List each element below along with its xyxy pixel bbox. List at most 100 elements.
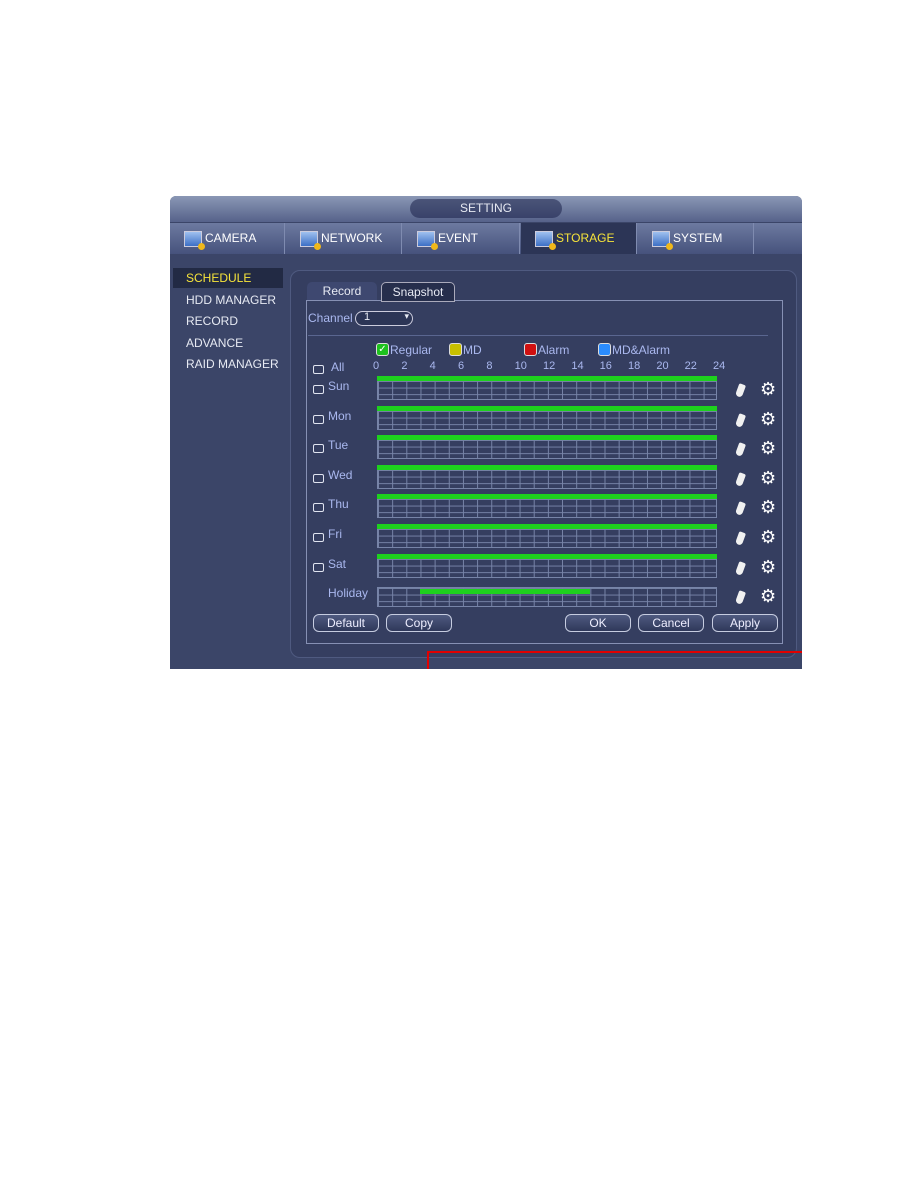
day-label: Tue [328,438,349,453]
regular-schedule-bar [377,494,717,500]
gear-icon[interactable]: ⚙ [760,497,776,518]
hour-tick-label: 0 [373,360,380,372]
legend-swatch-md-alarm[interactable] [598,343,611,356]
legend-swatch-regular[interactable]: ✓ [376,343,389,356]
legend-swatch-md[interactable] [449,343,462,356]
sidebar: SCHEDULE HDD MANAGER RECORD ADVANCE RAID… [170,256,287,669]
legend-label: MD [463,343,482,357]
all-label: All [331,360,345,374]
sidebar-item-schedule[interactable]: SCHEDULE [173,268,283,288]
cancel-button[interactable]: Cancel [638,614,704,632]
tab-label: CAMERA [205,231,257,245]
hour-tick-label: 10 [514,360,527,372]
hour-tick-label: 24 [713,360,726,372]
regular-schedule-bar [419,589,590,595]
schedule-grid-fri[interactable] [377,528,717,548]
schedule-grid-wed[interactable] [377,468,717,489]
tab-system[interactable]: SYSTEM [638,223,754,254]
hour-tick-label: 4 [429,360,436,372]
day-label: Sat [328,556,347,571]
gear-icon[interactable]: ⚙ [760,379,776,400]
regular-schedule-bar [377,464,717,470]
gear-icon[interactable]: ⚙ [760,409,776,430]
chevron-down-icon: ▾ [404,311,409,321]
event-icon [417,230,438,250]
tab-label: STORAGE [556,231,615,245]
hour-tick-label: 18 [628,360,641,372]
day-checkbox[interactable] [313,533,324,542]
camera-icon [184,230,205,250]
regular-schedule-bar [377,524,717,529]
regular-schedule-bar [377,435,717,441]
day-checkbox[interactable] [313,385,324,394]
divider [308,335,768,336]
hour-tick-label: 16 [599,360,612,372]
subtab-snapshot[interactable]: Snapshot [381,282,455,302]
title-bar: SETTING [170,196,802,222]
gear-icon[interactable]: ⚙ [760,586,776,607]
hour-tick-label: 8 [486,360,493,372]
channel-label: Channel [308,311,353,325]
regular-schedule-bar [377,405,717,411]
window-title: SETTING [410,199,562,218]
day-label: Fri [328,527,342,541]
main-tabs: CAMERA NETWORK EVENT STORAGE SYSTEM [170,223,802,254]
copy-button[interactable]: Copy [386,614,452,632]
legend-label: Regular [390,343,433,357]
default-button[interactable]: Default [313,614,379,632]
subtab-record[interactable]: Record [307,282,377,300]
network-icon [300,230,321,250]
day-checkbox[interactable] [313,473,324,483]
schedule-panel: Record Snapshot Channel 1 ▾ ✓ Regular MD Al… [290,270,802,669]
legend-label: Alarm [538,343,570,357]
all-checkbox[interactable] [313,365,324,374]
day-label: Wed [328,467,353,482]
legend-swatch-alarm[interactable] [524,343,537,356]
day-label: Thu [328,497,349,512]
day-checkbox[interactable] [313,444,324,454]
hour-tick-label: 22 [684,360,697,372]
hour-tick-label: 2 [401,360,408,372]
gear-icon[interactable]: ⚙ [760,527,776,548]
sidebar-item-raid-manager[interactable]: RAID MANAGER [173,354,283,374]
tab-label: SYSTEM [673,231,723,245]
day-checkbox[interactable] [313,562,324,572]
day-label: Holiday [328,586,369,601]
gear-icon[interactable]: ⚙ [760,468,776,489]
legend-label: MD&Alarm [612,343,671,357]
day-label: Sun [328,379,350,393]
day-checkbox[interactable] [313,414,324,424]
channel-value: 1 [364,311,371,323]
system-icon [652,230,673,250]
hour-tick-label: 12 [543,360,556,372]
hour-tick-label: 14 [571,360,584,372]
holiday-highlight-box [427,651,802,669]
sidebar-item-advance[interactable]: ADVANCE [173,333,283,353]
regular-schedule-bar [377,376,717,381]
schedule-grid-thu[interactable] [377,498,717,519]
day-checkbox[interactable] [313,503,324,513]
schedule-grid-tue[interactable] [377,439,717,460]
apply-button[interactable]: Apply [712,614,778,632]
sidebar-item-record[interactable]: RECORD [173,311,283,331]
channel-select[interactable]: 1 ▾ [355,311,413,326]
tab-event[interactable]: EVENT [403,223,520,254]
ok-button[interactable]: OK [565,614,631,632]
schedule-grid-mon[interactable] [377,409,717,430]
tab-label: EVENT [438,231,479,245]
gear-icon[interactable]: ⚙ [760,438,776,459]
gear-icon[interactable]: ⚙ [760,557,776,578]
regular-schedule-bar [377,553,717,559]
schedule-grid-sun[interactable] [377,380,717,400]
tab-network[interactable]: NETWORK [286,223,402,254]
schedule-grid-sat[interactable] [377,557,717,578]
tab-camera[interactable]: CAMERA [170,223,285,254]
hour-tick-label: 6 [458,360,465,372]
storage-icon [535,230,556,250]
tab-label: NETWORK [321,231,383,245]
day-label: Mon [328,408,352,423]
tab-storage[interactable]: STORAGE [521,223,637,254]
hour-tick-label: 20 [656,360,669,372]
setting-window: SETTING CAMERA NETWORK EVENT STORAGE SYS… [170,196,802,669]
sidebar-item-hdd-manager[interactable]: HDD MANAGER [173,290,283,310]
